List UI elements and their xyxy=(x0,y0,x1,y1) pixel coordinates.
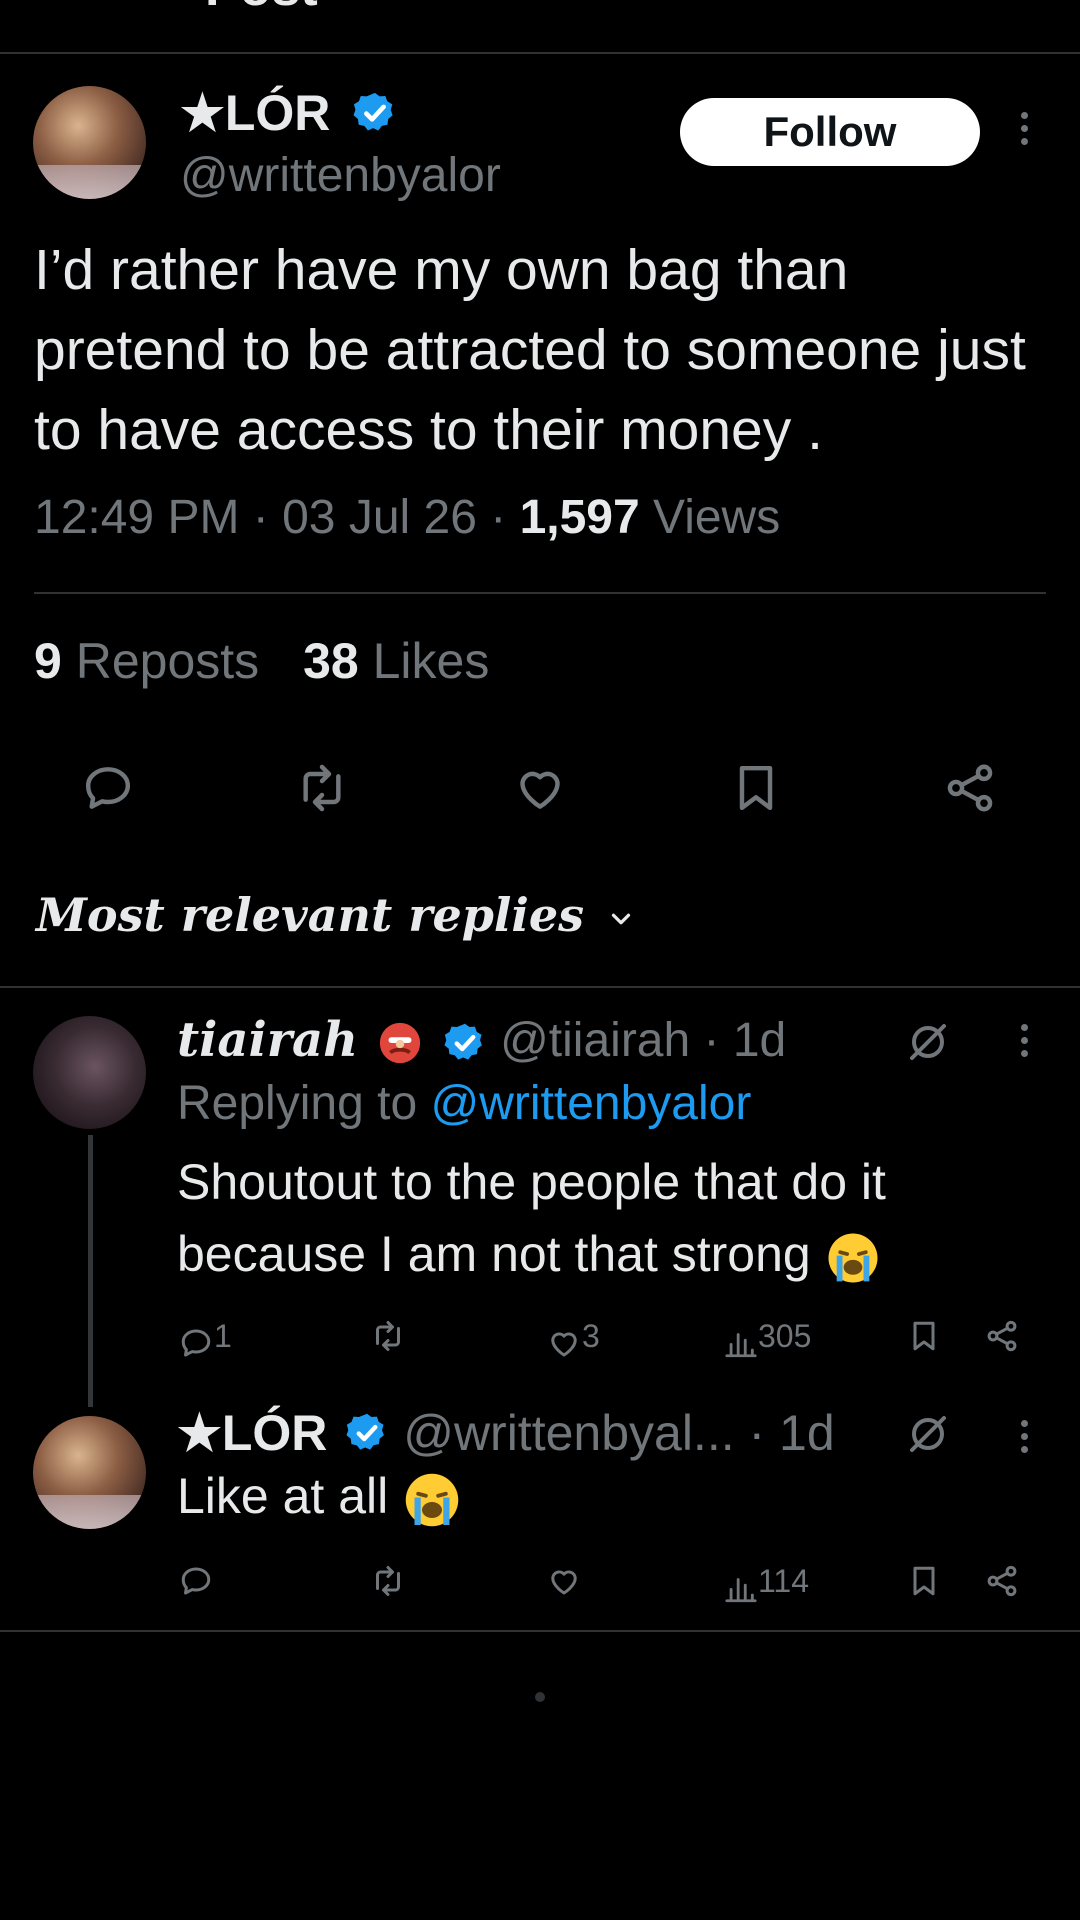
crying-emoji-icon xyxy=(405,1473,459,1527)
replies-sort-label: Most relevant replies xyxy=(36,888,585,942)
reply-icon xyxy=(181,1567,211,1595)
reply-author-handle[interactable]: @tiiairah xyxy=(500,1014,690,1067)
repost-icon xyxy=(376,1566,400,1596)
reply-text: Shoutout to the people that do it becaus… xyxy=(177,1146,886,1290)
author-name-row[interactable]: ★LÓR xyxy=(180,84,398,142)
reply-2-more-icon[interactable] xyxy=(1018,1420,1030,1459)
header-divider xyxy=(0,52,1080,54)
bookmark-icon xyxy=(739,765,773,811)
replies-end-divider xyxy=(0,1630,1080,1632)
like-button[interactable] xyxy=(512,760,568,816)
reply-2-repost-button[interactable] xyxy=(370,1563,406,1599)
reply-button[interactable] xyxy=(80,760,136,816)
reply-1-repost-button[interactable] xyxy=(370,1318,406,1354)
reply-2-view-count: 114 xyxy=(758,1563,810,1599)
reply-2-bookmark-button[interactable] xyxy=(906,1563,942,1599)
share-icon xyxy=(987,1565,1017,1597)
loading-indicator xyxy=(535,1692,545,1702)
author-name[interactable]: ★LÓR xyxy=(180,85,330,141)
reply-2-age: 1d xyxy=(779,1405,835,1461)
share-icon xyxy=(987,1320,1017,1352)
chevron-down-icon xyxy=(611,913,631,925)
post-stats: 9 Reposts 38 Likes xyxy=(34,632,489,690)
reply-1-views-button[interactable]: 305 xyxy=(724,1318,811,1361)
post-date[interactable]: 03 Jul 26 xyxy=(282,491,477,544)
reply-text-line1: Shoutout to the people that do it xyxy=(177,1154,886,1210)
meta-divider xyxy=(34,592,1046,594)
reply-2-header: ★LÓR @writtenbyal... · 1d xyxy=(177,1405,835,1461)
reply-1-like-count: 3 xyxy=(582,1318,600,1354)
reply-2-author-name[interactable]: ★LÓR xyxy=(177,1405,327,1461)
grok-icon xyxy=(910,1024,946,1060)
bookmark-icon xyxy=(913,1321,935,1351)
reply-2-views-button[interactable]: 114 xyxy=(724,1563,809,1606)
author-handle[interactable]: @writtenbyalor xyxy=(180,148,501,203)
reposts-label: Reposts xyxy=(75,633,260,689)
like-icon xyxy=(551,1332,577,1357)
reply-1-reply-button[interactable]: 1 xyxy=(178,1318,232,1361)
reply-1-bookmark-button[interactable] xyxy=(906,1318,942,1354)
follow-button[interactable]: Follow xyxy=(680,98,980,166)
share-button[interactable] xyxy=(942,760,998,816)
reply-more-icon[interactable] xyxy=(1018,1024,1030,1063)
views-icon xyxy=(725,1577,757,1602)
likes-link[interactable]: 38 Likes xyxy=(303,633,489,689)
post-text: I’d rather have my own bag than pretend … xyxy=(34,238,1026,462)
like-icon xyxy=(551,1570,577,1595)
reply-2-text-row: Like at all xyxy=(177,1460,462,1532)
grok-icon xyxy=(910,1416,946,1452)
views-count: 1,597 xyxy=(519,491,640,544)
share-icon xyxy=(947,764,993,812)
more-icon[interactable] xyxy=(1018,112,1030,151)
replying-to: Replying to @writtenbyalor xyxy=(177,1076,751,1131)
reply-icon xyxy=(181,1329,211,1357)
likes-label: Likes xyxy=(372,633,490,689)
reply-1-like-button[interactable]: 3 xyxy=(546,1318,600,1361)
reply-1-reply-count: 1 xyxy=(214,1318,232,1354)
repost-button[interactable] xyxy=(294,760,350,816)
verified-badge-icon xyxy=(353,92,393,131)
reposts-count: 9 xyxy=(34,633,62,689)
reply-2-text: Like at all xyxy=(177,1468,389,1524)
repost-icon xyxy=(376,1321,400,1351)
post-time: 12:49 PM xyxy=(34,491,240,544)
page-title: Post xyxy=(205,0,318,18)
verified-badge-icon xyxy=(346,1413,385,1450)
grok-button[interactable] xyxy=(904,1018,952,1066)
reply-1-share-button[interactable] xyxy=(984,1318,1020,1354)
verified-badge-icon xyxy=(444,1024,482,1060)
reply-header: tiairah @tiiairah · 1d xyxy=(177,1012,787,1068)
bookmark-button[interactable] xyxy=(728,760,784,816)
post-meta: 12:49 PM · 03 Jul 26 · 1,597 Views xyxy=(34,491,781,544)
reply-1-view-count: 305 xyxy=(758,1318,812,1354)
repost-icon xyxy=(303,764,341,812)
emoji-icon xyxy=(380,1023,421,1064)
replies-divider xyxy=(0,986,1080,988)
replying-prefix: Replying to xyxy=(177,1077,418,1130)
reply-author-name[interactable]: tiairah xyxy=(177,1012,358,1068)
reply-text-line2-row: because I am not that strong xyxy=(177,1218,886,1290)
reply-2-author-handle[interactable]: @writtenbyal... xyxy=(403,1405,734,1461)
reply-2-avatar[interactable] xyxy=(33,1416,146,1529)
reposts-link[interactable]: 9 Reposts xyxy=(34,633,259,689)
likes-count: 38 xyxy=(303,633,359,689)
bookmark-icon xyxy=(913,1566,935,1596)
reply-2-grok-button[interactable] xyxy=(904,1410,952,1458)
views-icon xyxy=(725,1332,757,1357)
like-icon xyxy=(520,771,560,809)
replies-sort-dropdown[interactable]: Most relevant replies xyxy=(36,888,636,942)
reply-age: 1d xyxy=(732,1014,787,1067)
reply-avatar[interactable] xyxy=(33,1016,146,1129)
reply-2-share-button[interactable] xyxy=(984,1563,1020,1599)
reply-2-like-button[interactable] xyxy=(546,1563,582,1599)
reply-text-line2: because I am not that strong xyxy=(177,1226,811,1282)
reply-icon xyxy=(85,767,131,809)
reply-2-reply-button[interactable] xyxy=(178,1563,214,1599)
replying-to-link[interactable]: @writtenbyalor xyxy=(430,1077,751,1130)
crying-emoji-icon xyxy=(828,1233,878,1283)
author-avatar[interactable] xyxy=(33,86,146,199)
thread-line xyxy=(88,1135,93,1407)
views-label: Views xyxy=(653,491,781,544)
